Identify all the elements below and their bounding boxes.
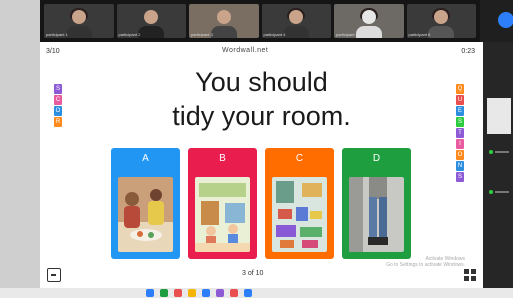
status-dot — [489, 190, 493, 194]
person-jeans-photo — [349, 177, 404, 252]
letter-tile: O — [54, 106, 62, 116]
question-counter: 3/10 — [46, 48, 60, 55]
side-line — [495, 191, 509, 193]
watermark-line-2: Go to Settings to activate Windows. — [386, 262, 465, 268]
question-line-1: You should — [195, 67, 328, 97]
letter-tile: I — [456, 139, 464, 149]
family-meal-photo — [118, 177, 173, 252]
participant-name: participant 5 — [336, 32, 358, 37]
side-thumbnail[interactable] — [487, 98, 511, 134]
answer-options: A B C D — [111, 148, 411, 259]
cartoon-cleaning-picture — [195, 177, 250, 252]
right-letter-column: Q U E S T I O N S — [456, 84, 464, 182]
taskbar-icons — [146, 289, 252, 297]
taskbar-app-icon[interactable] — [244, 289, 252, 297]
participant-name: participant 2 — [118, 32, 141, 37]
letter-tile: N — [456, 161, 464, 171]
taskbar-app-icon[interactable] — [216, 289, 224, 297]
participant-name: participant 4 — [263, 32, 286, 37]
slide-footer: 3 of 10 Activate Windows Go to Settings … — [40, 256, 483, 288]
participant-video-strip: participant 1 participant 2 participant … — [40, 0, 513, 42]
letter-tile: Q — [456, 84, 464, 94]
option-label: A — [142, 153, 149, 164]
collapse-icon[interactable] — [47, 268, 61, 282]
taskbar-app-icon[interactable] — [160, 289, 168, 297]
letter-tile: S — [456, 117, 464, 127]
quiz-slide: 3/10 Wordwall.net 0:23 You should tidy y… — [40, 42, 483, 288]
letter-tile: E — [456, 106, 464, 116]
taskbar-app-icon[interactable] — [146, 289, 154, 297]
option-card-d[interactable]: D — [342, 148, 411, 259]
participant-tile[interactable]: participant 2 — [116, 4, 186, 38]
option-label: B — [219, 153, 226, 164]
left-panel — [0, 0, 40, 298]
letter-tile: R — [54, 117, 62, 127]
site-title: Wordwall.net — [222, 47, 269, 54]
participant-tile[interactable]: participant 1 — [44, 4, 114, 38]
letter-tile: T — [456, 128, 464, 138]
letter-tile: U — [456, 95, 464, 105]
option-label: D — [372, 153, 381, 164]
participant-name: participant 3 — [191, 32, 213, 37]
participant-tile[interactable]: participant 3 — [189, 4, 259, 38]
participant-tile[interactable]: participant 6 — [406, 4, 476, 38]
option-card-c[interactable]: C — [265, 148, 334, 259]
messy-room-picture — [272, 177, 327, 252]
participant-name: participant 6 — [408, 32, 431, 37]
right-panel — [483, 42, 513, 298]
participant-tile[interactable]: participant 5 — [334, 4, 404, 38]
fullscreen-grid-icon[interactable] — [464, 269, 476, 281]
timer: 0:23 — [461, 48, 475, 55]
option-card-a[interactable]: A — [111, 148, 180, 259]
letter-tile: C — [54, 95, 62, 105]
taskbar-app-icon[interactable] — [202, 289, 210, 297]
video-strip-next-button[interactable] — [498, 12, 513, 28]
letter-tile: S — [54, 84, 62, 94]
status-dot — [489, 150, 493, 154]
page-indicator: 3 of 10 — [242, 270, 264, 277]
option-label: C — [295, 153, 304, 164]
question-line-2: tidy your room. — [172, 101, 351, 131]
letter-tile: O — [456, 150, 464, 160]
taskbar — [0, 288, 513, 298]
taskbar-app-icon[interactable] — [188, 289, 196, 297]
letter-tile: S — [456, 172, 464, 182]
activate-windows-watermark: Activate Windows Go to Settings to activ… — [386, 256, 465, 268]
participant-name: participant 1 — [46, 32, 68, 37]
taskbar-app-icon[interactable] — [174, 289, 182, 297]
side-line — [495, 151, 509, 153]
left-letter-column: S C O R — [54, 84, 62, 127]
taskbar-app-icon[interactable] — [230, 289, 238, 297]
participant-tile[interactable]: participant 4 — [261, 4, 331, 38]
option-card-b[interactable]: B — [188, 148, 257, 259]
